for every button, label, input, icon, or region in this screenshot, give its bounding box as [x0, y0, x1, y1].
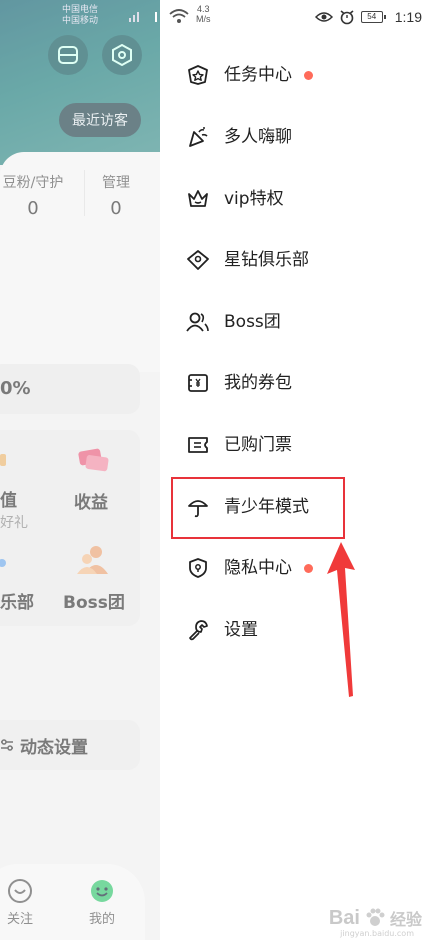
star-shield-icon: [186, 63, 210, 87]
users-icon: [186, 310, 210, 334]
crown-icon: [186, 187, 210, 211]
network-speed-value: 4.3: [196, 4, 210, 14]
status-time: 1:19: [394, 9, 422, 25]
status-bar: 54 1:19: [314, 9, 422, 25]
menu-item-label: 设置: [224, 620, 258, 640]
party-popper-icon: [186, 125, 210, 149]
eye-icon: [314, 12, 333, 22]
menu-item-task-center[interactable]: 任务中心: [186, 55, 416, 95]
diamond-icon: [186, 248, 210, 272]
watermark-brand: Bai: [328, 906, 360, 929]
menu-item-label: 多人嗨聊: [224, 127, 292, 147]
coupon-icon: [186, 371, 210, 395]
alarm-icon: [340, 10, 354, 25]
red-arrow-icon: [327, 542, 355, 697]
menu-item-vip[interactable]: vip特权: [186, 179, 416, 219]
menu-item-label: Boss团: [224, 312, 281, 332]
menu-item-label: 已购门票: [224, 435, 292, 455]
privacy-shield-icon: [186, 556, 210, 580]
wrench-icon: [186, 618, 210, 642]
background-profile-page: 中国电信 中国移动 最近访客 豆粉/守护 0 管理 0 0% 值 好礼 收益 乐…: [0, 0, 160, 940]
wifi-icon: [169, 9, 189, 23]
menu-item-boss-group[interactable]: Boss团: [186, 302, 416, 342]
menu-item-settings[interactable]: 设置: [186, 610, 416, 650]
network-speed-unit: M/s: [196, 14, 211, 24]
drawer-scrim[interactable]: [0, 0, 160, 940]
menu-item-label: 任务中心: [224, 65, 292, 85]
paw-icon: [366, 908, 385, 926]
menu-item-privacy-center[interactable]: 隐私中心: [186, 548, 416, 588]
side-drawer: 54 1:19 任务中心 多人嗨聊 vip特权 星钻俱乐部 Boss团 我的券包…: [160, 0, 444, 940]
menu-item-group-chat[interactable]: 多人嗨聊: [186, 117, 416, 157]
menu-item-coupon-wallet[interactable]: 我的券包: [186, 363, 416, 403]
highlight-box: [171, 477, 345, 539]
menu-item-label: 星钻俱乐部: [224, 250, 309, 270]
menu-item-label: vip特权: [224, 189, 284, 209]
notification-dot: [304, 563, 313, 573]
battery-icon: 54: [360, 11, 386, 23]
watermark-brand-cn: 经验: [389, 912, 422, 929]
notification-dot: [304, 70, 313, 80]
menu-item-purchased-tickets[interactable]: 已购门票: [186, 425, 416, 465]
menu-item-label: 隐私中心: [224, 558, 292, 578]
menu-item-star-diamond-club[interactable]: 星钻俱乐部: [186, 240, 416, 280]
watermark-url: jingyan.baidu.com: [340, 929, 414, 938]
menu-item-label: 我的券包: [224, 373, 292, 393]
network-speed: 4.3 M/s: [196, 4, 211, 24]
baidu-watermark: Bai 经验: [329, 906, 422, 930]
ticket-icon: [186, 433, 210, 457]
